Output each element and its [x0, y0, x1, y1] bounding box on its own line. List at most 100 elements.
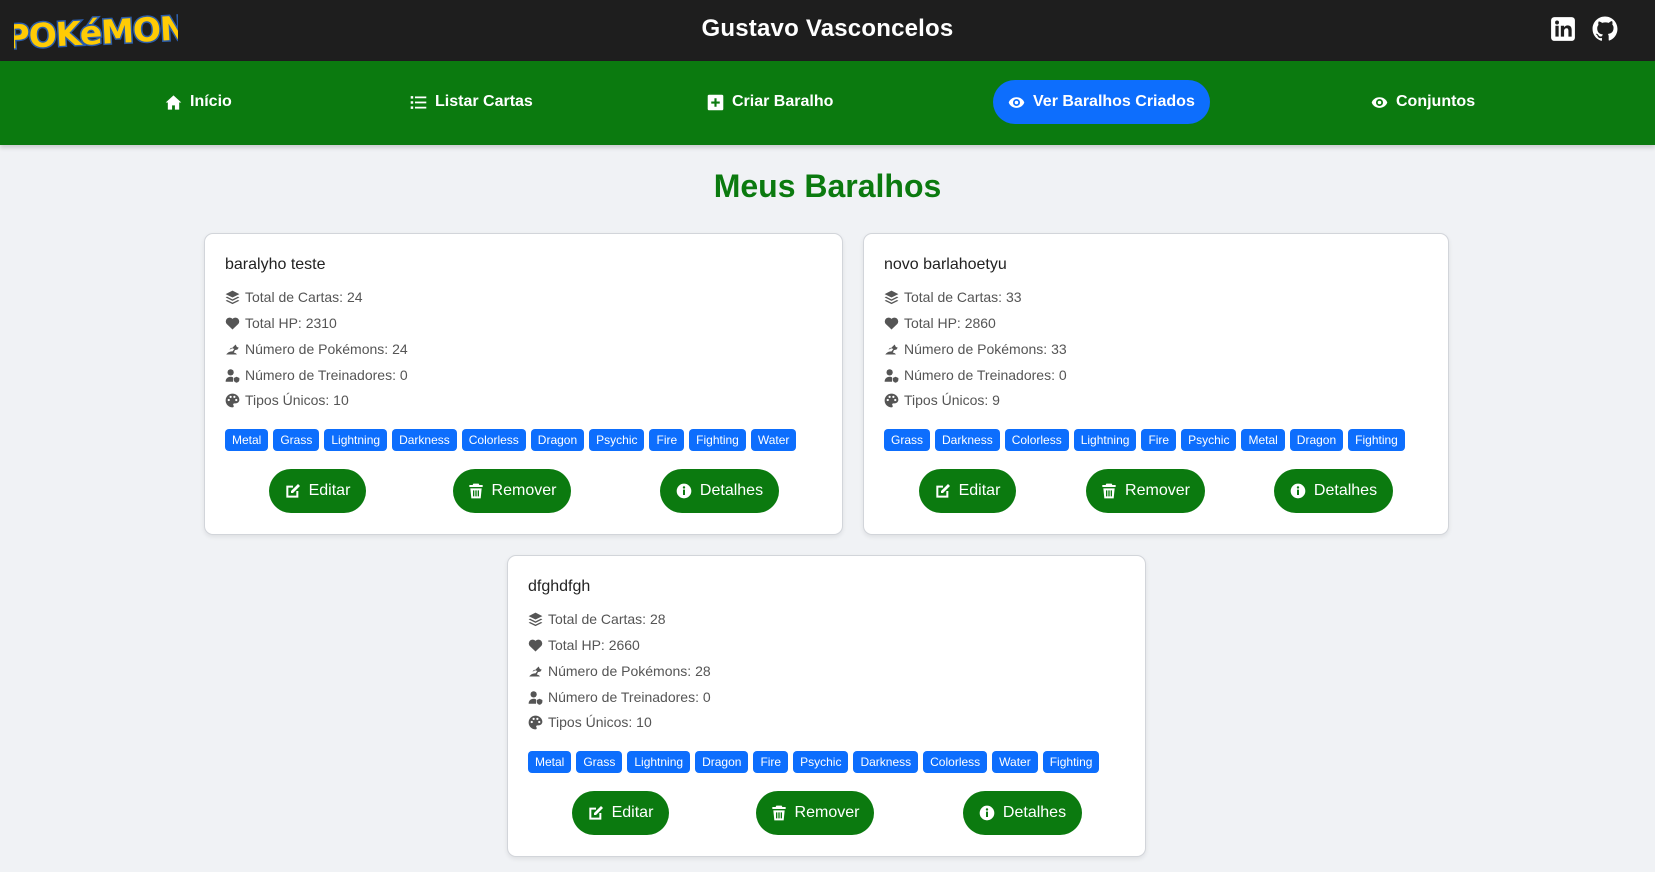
num-trainers-stat: Número de Treinadores: 0 [225, 367, 408, 383]
num-trainers-text: Número de Treinadores: 0 [904, 367, 1067, 383]
heart-pulse-icon [528, 639, 543, 651]
info-icon [676, 483, 692, 499]
page-title: Meus Baralhos [713, 168, 942, 204]
unique-types-text: Tipos Únicos: 9 [904, 392, 1000, 408]
edit-button[interactable]: Editar [269, 469, 366, 513]
layers-icon [225, 290, 240, 304]
num-trainers-stat: Número de Treinadores: 0 [528, 689, 711, 705]
nav-item-ver-baralhos-criados[interactable]: Ver Baralhos Criados [993, 80, 1210, 124]
plus-square-icon [707, 94, 724, 110]
type-badge: Psychic [793, 751, 849, 773]
nav-item-inicio[interactable]: Início [150, 80, 247, 124]
edit-button[interactable]: Editar [572, 791, 669, 835]
trash-icon [468, 483, 483, 499]
type-badge: Colorless [923, 751, 988, 773]
home-icon [165, 94, 182, 110]
total-hp-stat: Total HP: 2860 [884, 315, 996, 331]
edit-icon [285, 484, 300, 498]
type-badge: Water [992, 751, 1038, 773]
num-trainers-stat: Número de Treinadores: 0 [884, 367, 1067, 383]
nav-item-label: Conjuntos [1396, 93, 1476, 110]
palette-icon [528, 715, 543, 729]
trash-icon [771, 805, 786, 821]
palette-icon [884, 393, 899, 407]
info-icon [1290, 483, 1306, 499]
site-title: Gustavo Vasconcelos [701, 15, 954, 42]
nav-item-criar-baralho[interactable]: Criar Baralho [692, 80, 848, 124]
type-badge: Psychic [1181, 429, 1237, 451]
type-badge: Grass [884, 429, 931, 451]
type-badge: Colorless [1004, 429, 1069, 451]
edit-button-label: Editar [611, 804, 654, 821]
dragon-icon [529, 666, 542, 676]
total-hp-stat: Total HP: 2660 [528, 637, 640, 653]
user-shield-icon [884, 368, 899, 383]
deck-card: novo barlahoetyu Total de Cartas: 33 Tot… [863, 233, 1449, 535]
type-badge: Dragon [530, 429, 585, 451]
num-pokemons-text: Número de Pokémons: 28 [548, 663, 711, 679]
num-pokemons-stat: Número de Pokémons: 24 [225, 341, 408, 357]
type-badge: Fire [753, 751, 789, 773]
type-badge: Fighting [689, 429, 746, 451]
remove-button[interactable]: Remover [453, 469, 571, 513]
details-button[interactable]: Detalhes [1274, 469, 1393, 513]
details-button[interactable]: Detalhes [660, 469, 779, 513]
nav-item-conjuntos[interactable]: Conjuntos [1356, 80, 1490, 124]
type-badge: Darkness [392, 429, 457, 451]
type-badge: Psychic [589, 429, 645, 451]
edit-button[interactable]: Editar [919, 469, 1016, 513]
total-cards-text: Total de Cartas: 33 [904, 289, 1022, 305]
type-badge: Lightning [1073, 429, 1137, 451]
list-icon [410, 95, 427, 109]
type-badge: Metal [1241, 429, 1285, 451]
num-pokemons-stat: Número de Pokémons: 28 [528, 663, 711, 679]
details-button-label: Detalhes [1002, 804, 1067, 821]
nav-item-listar-cartas[interactable]: Listar Cartas [395, 80, 548, 124]
nav-item-label: Início [190, 93, 232, 110]
heart-pulse-icon [884, 317, 899, 329]
type-badge: Grass [273, 429, 320, 451]
info-icon [979, 805, 995, 821]
details-button[interactable]: Detalhes [963, 791, 1082, 835]
remove-button[interactable]: Remover [756, 791, 874, 835]
linkedin-icon[interactable] [1550, 16, 1576, 42]
type-badges: Grass Darkness Colorless Lightning Fire Psych… [884, 429, 1405, 451]
type-badge: Fighting [1348, 429, 1405, 451]
remove-button-label: Remover [491, 482, 557, 499]
type-badge: Metal [528, 751, 572, 773]
top-bar: POKéMON Gustavo Vasconcelos [0, 0, 1655, 61]
layers-icon [528, 612, 543, 626]
layers-icon [884, 290, 899, 304]
type-badge: Water [750, 429, 797, 451]
num-pokemons-text: Número de Pokémons: 33 [904, 341, 1067, 357]
num-pokemons-stat: Número de Pokémons: 33 [884, 341, 1067, 357]
edit-button-label: Editar [308, 482, 351, 499]
details-button-label: Detalhes [1313, 482, 1378, 499]
total-hp-text: Total HP: 2310 [245, 315, 337, 331]
num-pokemons-text: Número de Pokémons: 24 [245, 341, 408, 357]
total-cards-stat: Total de Cartas: 28 [528, 611, 666, 627]
unique-types-stat: Tipos Únicos: 10 [225, 392, 349, 408]
remove-button[interactable]: Remover [1086, 469, 1205, 513]
type-badges: Metal Grass Lightning Darkness Colorless Drag… [225, 429, 797, 451]
dragon-icon [226, 344, 239, 354]
edit-icon [588, 806, 603, 820]
type-badge: Lightning [627, 751, 691, 773]
deck-name: baralyho teste [225, 256, 326, 273]
type-badges: Metal Grass Lightning Dragon Fire Psychic Dark… [528, 751, 1100, 773]
unique-types-stat: Tipos Únicos: 9 [884, 392, 1000, 408]
nav-item-label: Listar Cartas [435, 93, 533, 110]
deck-name: novo barlahoetyu [884, 256, 1007, 273]
deck-name: dfghdfgh [528, 578, 591, 595]
main-nav: Início Listar Cartas Criar Baralho Ver B… [0, 61, 1655, 145]
edit-icon [935, 484, 950, 498]
details-button-label: Detalhes [699, 482, 764, 499]
edit-button-label: Editar [958, 482, 1001, 499]
heart-pulse-icon [225, 317, 240, 329]
type-badge: Fighting [1042, 751, 1100, 773]
type-badge: Darkness [853, 751, 919, 773]
total-hp-text: Total HP: 2660 [548, 637, 640, 653]
total-cards-stat: Total de Cartas: 33 [884, 289, 1022, 305]
github-icon[interactable] [1592, 16, 1618, 42]
eye-icon [1371, 96, 1388, 108]
